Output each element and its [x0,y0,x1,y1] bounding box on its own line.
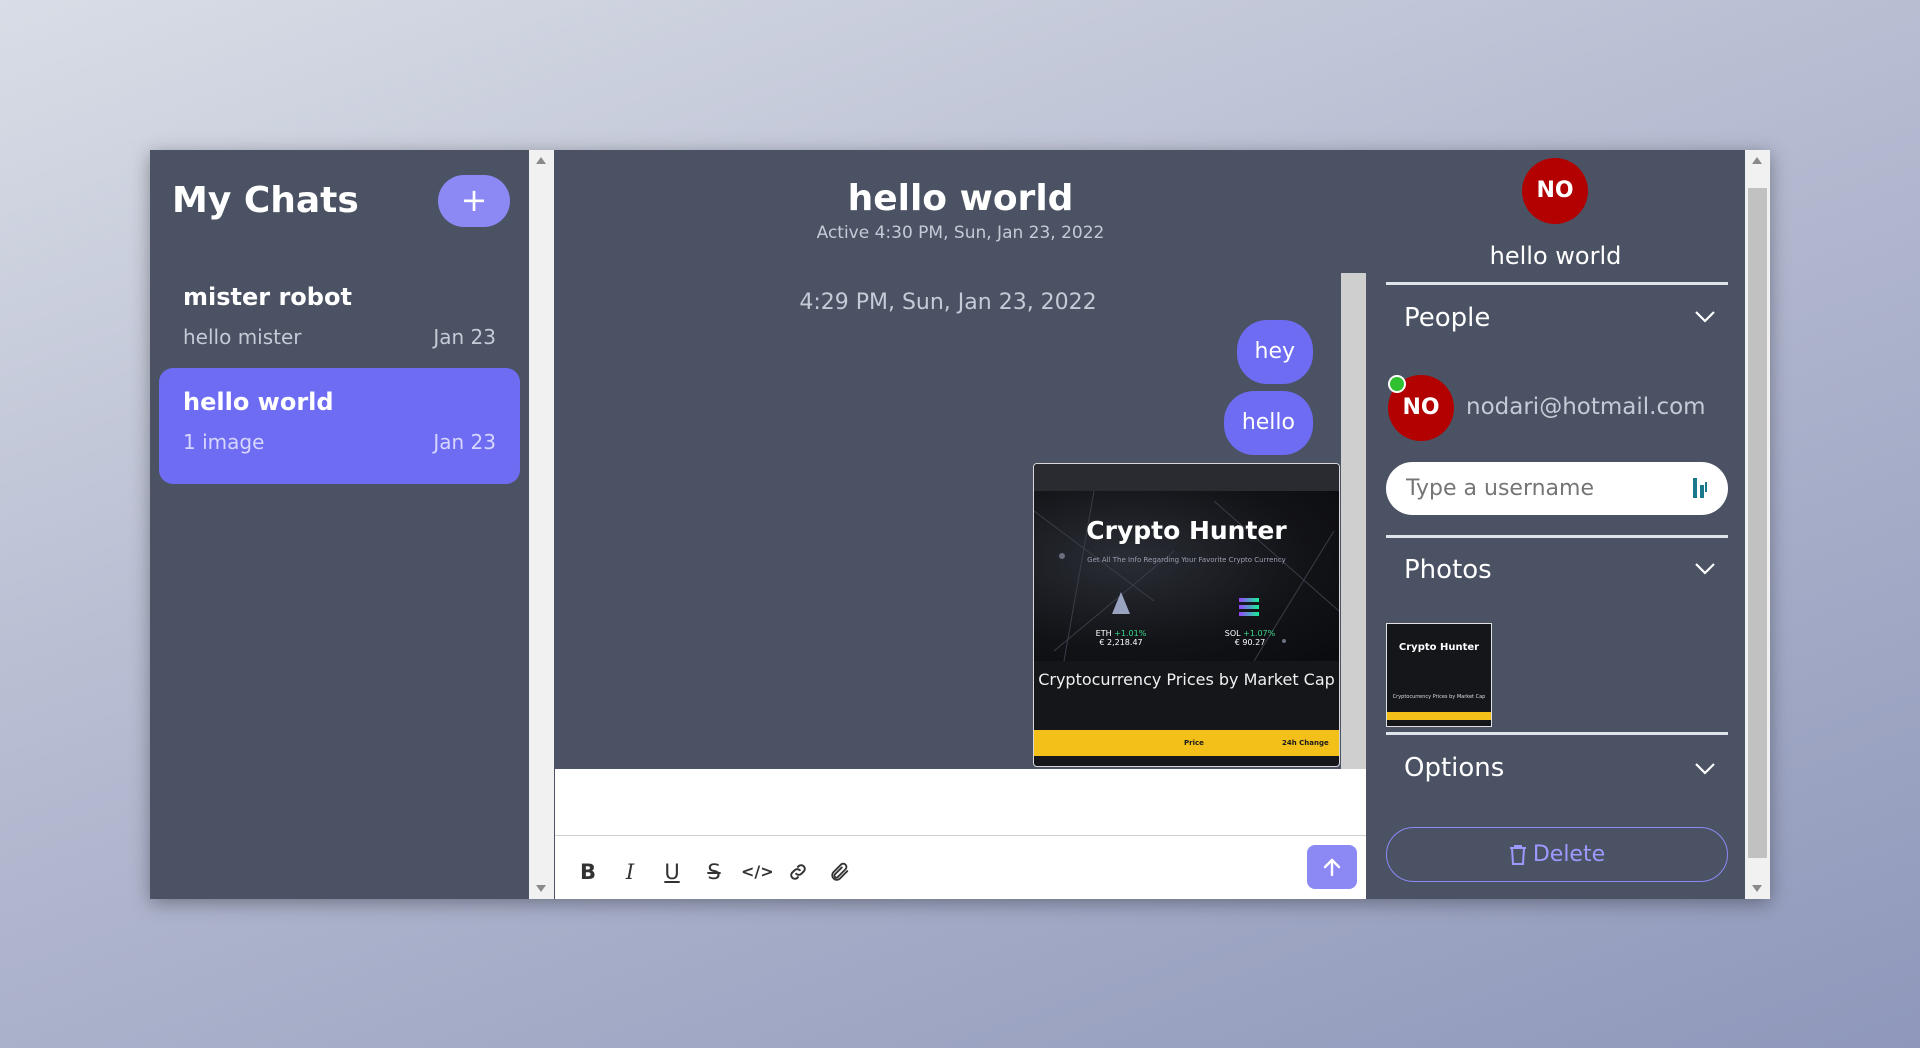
chat-list-item-active[interactable]: hello world 1 image Jan 23 [159,368,520,484]
chat-active-status: Active 4:30 PM, Sun, Jan 23, 2022 [816,223,1105,243]
section-divider [1386,282,1728,285]
chat-app-window: My Chats + mister robot hello mister Jan… [150,150,1770,899]
chat-feed-panel: hello world Active 4:30 PM, Sun, Jan 23,… [555,150,1366,899]
new-chat-button[interactable]: + [438,175,510,227]
message-bubble: hello [1223,391,1313,455]
arrow-up-icon [1323,858,1341,877]
coin-change: +1.01% [1114,629,1147,638]
settings-scrollbar[interactable] [1745,150,1770,899]
sidebar-title: My Chats [172,180,359,221]
chevron-down-icon [1695,763,1715,775]
coin-symbol: SOL [1224,629,1241,638]
chat-item-preview: hello mister [183,325,302,349]
composer-divider [555,835,1366,836]
username-input[interactable] [1386,462,1728,515]
photos-title: Photos [1404,555,1492,585]
chat-settings-panel: NO hello world People NO nodari@hotmail.… [1366,150,1745,899]
online-status-icon [1388,375,1406,393]
delete-chat-button[interactable]: Delete [1386,827,1728,882]
message-timestamp: 4:29 PM, Sun, Jan 23, 2022 [799,290,1097,315]
password-manager-icon[interactable] [1692,477,1708,499]
chat-avatar: NO [1522,158,1588,224]
coin-change: +1.07% [1243,629,1276,638]
code-icon[interactable]: </> [741,857,774,887]
image-message[interactable]: Crypto Hunter Get All The Info Regarding… [1033,463,1340,767]
message-list: 4:29 PM, Sun, Jan 23, 2022 hey hello Cry… [555,273,1341,769]
image-header-bar [1034,464,1339,491]
message-composer: B I U S </> [555,769,1366,899]
coin-price: € 2,218.47 [1099,638,1143,647]
strikethrough-icon[interactable]: S [699,857,729,887]
chat-list-item[interactable]: mister robot hello mister Jan 23 [159,263,520,379]
ethereum-icon [1112,592,1130,614]
image-caption: Cryptocurrency Prices by Market Cap [1038,670,1335,689]
chevron-down-icon [1695,311,1715,323]
solana-icon [1239,598,1259,616]
options-title: Options [1404,753,1505,783]
image-table-header: Price 24h Change [1034,730,1339,756]
chat-item-name: hello world [183,388,334,416]
bold-icon[interactable]: B [573,857,603,887]
section-divider [1386,535,1728,538]
coin-eth: ETH +1.01% € 2,218.47 [1081,629,1161,647]
member-email: nodari@hotmail.com [1466,394,1706,420]
scroll-down-arrow-icon[interactable] [536,885,546,892]
trash-icon [1509,845,1526,865]
chat-item-date: Jan 23 [433,325,496,349]
thumb-caption: Cryptocurrency Prices by Market Cap [1392,694,1486,700]
link-icon[interactable] [783,857,813,887]
people-title: People [1404,303,1491,333]
chat-item-preview: 1 image [183,430,265,454]
image-title: Crypto Hunter [1086,516,1287,545]
chat-list-panel: My Chats + mister robot hello mister Jan… [150,150,529,899]
image-subtitle: Get All The Info Regarding Your Favorite… [1087,556,1286,564]
underline-icon[interactable]: U [657,857,687,887]
scrollbar-thumb[interactable] [1748,188,1767,858]
scroll-up-arrow-icon[interactable] [1752,157,1762,164]
chevron-down-icon [1695,563,1715,575]
coin-sol: SOL +1.07% € 90.27 [1210,629,1290,647]
message-input[interactable] [555,769,1366,835]
attachment-icon[interactable] [825,857,855,887]
send-button[interactable] [1307,845,1357,889]
chat-item-date: Jan 23 [433,430,496,454]
thumb-bar [1387,712,1491,720]
delete-label: Delete [1532,842,1606,867]
photo-thumbnail[interactable]: Crypto Hunter Cryptocurrency Prices by M… [1386,623,1492,727]
table-header-change: 24h Change [1282,739,1329,747]
italic-icon[interactable]: I [615,857,645,887]
table-header-price: Price [1184,739,1204,747]
sidebar-scrollbar[interactable] [529,150,554,899]
coin-price: € 90.27 [1234,638,1266,647]
chat-item-name: mister robot [183,283,352,311]
thumb-title: Crypto Hunter [1398,642,1480,653]
message-scrollbar[interactable] [1341,273,1366,769]
chat-title: hello world [847,178,1074,219]
message-bubble: hey [1236,320,1313,384]
scroll-down-arrow-icon[interactable] [1752,885,1762,892]
scroll-up-arrow-icon[interactable] [536,157,546,164]
coin-symbol: ETH [1095,629,1112,638]
settings-chat-name: hello world [1489,242,1622,270]
section-divider [1386,732,1728,735]
